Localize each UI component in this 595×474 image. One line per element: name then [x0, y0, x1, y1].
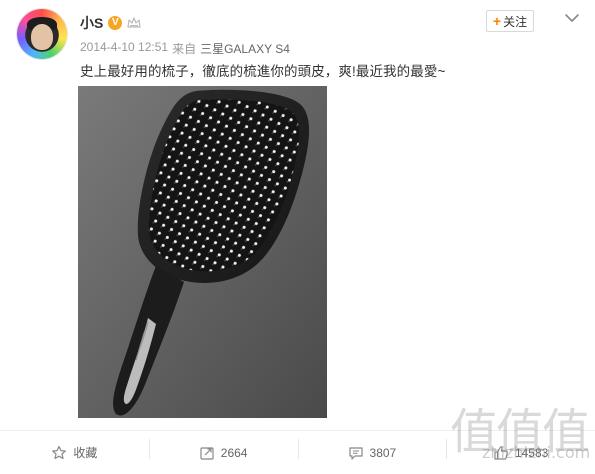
weibo-post-card: 小S V 2014-4-10 12:51 来自 三星GALAXY S4 + 关注… — [0, 0, 595, 474]
post-timestamp[interactable]: 2014-4-10 12:51 — [80, 40, 168, 57]
plus-icon: + — [492, 13, 502, 29]
comment-count: 3807 — [369, 445, 397, 460]
favorite-label: 收藏 — [73, 446, 98, 460]
repost-icon — [199, 445, 215, 461]
hairbrush-photo — [78, 86, 327, 418]
avatar-face — [31, 24, 53, 50]
post-image-hairbrush[interactable] — [78, 86, 327, 418]
author-avatar[interactable] — [17, 9, 67, 59]
comment-button[interactable]: 3807 — [297, 431, 447, 474]
post-text: 史上最好用的梳子，徹底的梳進你的頭皮，爽!最近我的最愛~ — [80, 64, 446, 79]
comment-icon — [348, 445, 364, 461]
like-count: 14583 — [514, 445, 549, 460]
author-name[interactable]: 小S — [80, 13, 103, 33]
thumbs-up-icon — [493, 445, 509, 461]
repost-count: 2664 — [220, 445, 248, 460]
star-icon — [51, 445, 67, 461]
verified-badge-icon: V — [108, 16, 123, 30]
crown-icon — [127, 17, 141, 29]
favorite-button[interactable]: 收藏 — [0, 431, 149, 474]
action-bar: 收藏 2664 3807 14583 — [0, 431, 595, 474]
follow-label: 关注 — [503, 14, 528, 29]
source-prefix: 来自 — [172, 42, 197, 56]
post-header: 小S V — [80, 13, 141, 33]
chevron-down-icon[interactable] — [564, 11, 580, 23]
source-device[interactable]: 三星GALAXY S4 — [200, 40, 290, 57]
repost-button[interactable]: 2664 — [148, 431, 298, 474]
follow-button[interactable]: + 关注 — [486, 10, 534, 32]
like-button[interactable]: 14583 — [446, 431, 595, 474]
post-meta: 2014-4-10 12:51 来自 三星GALAXY S4 — [80, 40, 290, 57]
